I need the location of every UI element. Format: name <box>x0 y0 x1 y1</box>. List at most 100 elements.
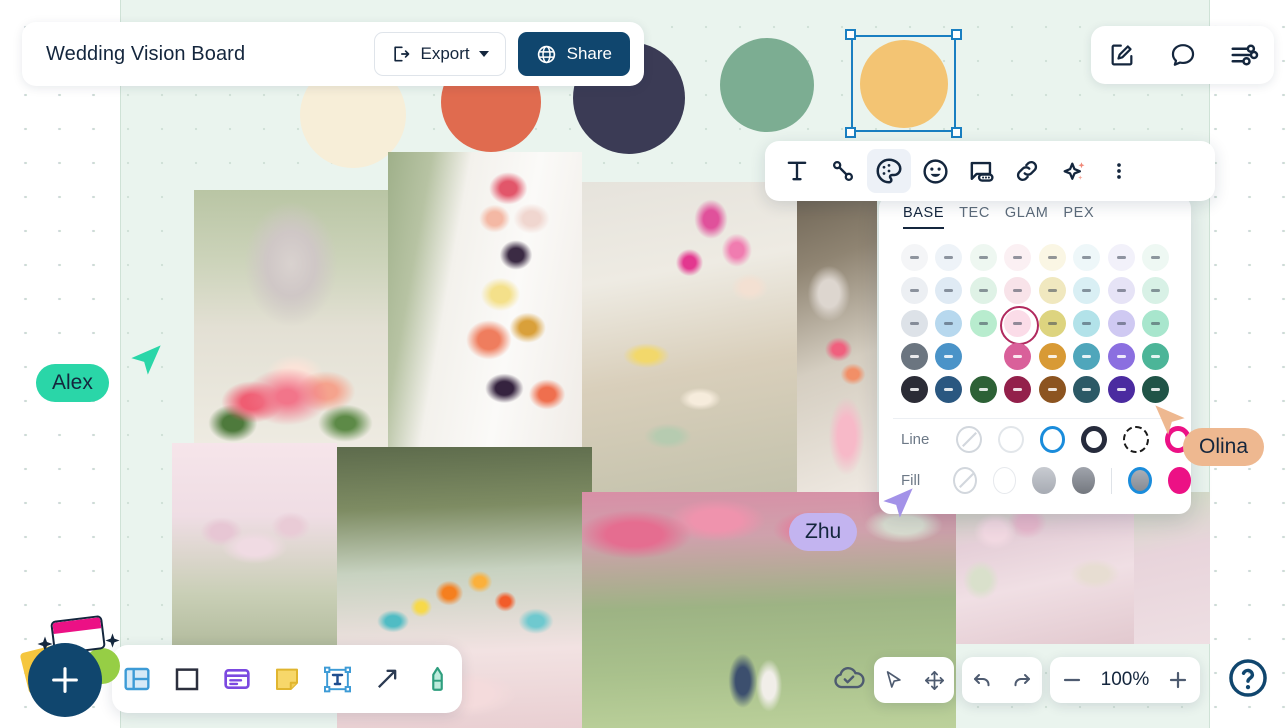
link-button[interactable] <box>1005 149 1049 193</box>
photo-bride-bouquet[interactable] <box>194 190 388 455</box>
color-swatch-19[interactable] <box>1000 306 1040 345</box>
resize-handle-top-right[interactable] <box>951 29 962 40</box>
fill-selected-option[interactable] <box>1127 467 1152 494</box>
export-button[interactable]: Export <box>374 32 506 76</box>
color-swatch-27[interactable] <box>1004 343 1032 370</box>
settings-button[interactable] <box>1224 35 1264 75</box>
tab-pex[interactable]: PEX <box>1063 205 1094 229</box>
cursor-label-olina[interactable]: Olina <box>1183 428 1265 466</box>
color-swatch-18[interactable] <box>969 310 997 337</box>
color-swatch-9[interactable] <box>935 277 963 304</box>
selection-box[interactable] <box>845 29 962 138</box>
line-white-option[interactable] <box>998 426 1024 453</box>
line-blue-option[interactable] <box>1039 426 1066 453</box>
color-swatch-29[interactable] <box>1073 343 1101 370</box>
color-swatch-13[interactable] <box>1073 277 1101 304</box>
fill-none-option[interactable] <box>953 467 977 494</box>
zoom-in-button[interactable] <box>1157 659 1199 701</box>
photo-bridesmaids[interactable] <box>797 182 877 492</box>
color-swatch-22[interactable] <box>1107 310 1135 337</box>
color-swatch-37[interactable] <box>1073 376 1101 403</box>
color-swatch-35[interactable] <box>1004 376 1032 403</box>
fill-lightgray-option[interactable] <box>1032 467 1056 494</box>
color-swatch-11[interactable] <box>1004 277 1032 304</box>
edit-pencil-button[interactable] <box>1102 35 1142 75</box>
color-swatch-23[interactable] <box>1142 310 1170 337</box>
color-swatch-33[interactable] <box>935 376 963 403</box>
cursor-label-alex[interactable]: Alex <box>36 364 109 402</box>
help-button[interactable] <box>1226 656 1270 700</box>
text-box-button[interactable] <box>316 658 358 700</box>
text-tool-button[interactable] <box>775 149 819 193</box>
color-palette-button[interactable] <box>867 149 911 193</box>
photo-wedding-cake[interactable] <box>388 152 582 455</box>
comment-button[interactable] <box>1163 35 1203 75</box>
pen-button[interactable] <box>416 658 458 700</box>
resize-handle-bottom-left[interactable] <box>845 127 856 138</box>
cursor-label-zhu[interactable]: Zhu <box>789 513 858 551</box>
sticky-note-button[interactable] <box>266 658 308 700</box>
swatch-dash <box>1082 355 1092 358</box>
color-swatch-7[interactable] <box>1142 244 1170 271</box>
pan-tool-button[interactable] <box>914 659 954 701</box>
color-swatch-17[interactable] <box>935 310 963 337</box>
zoom-out-button[interactable] <box>1051 659 1093 701</box>
pointer-tool-button[interactable] <box>874 659 914 701</box>
color-swatch-24[interactable] <box>900 343 928 370</box>
color-swatch-34[interactable] <box>969 376 997 403</box>
photo-floral-aisle[interactable] <box>956 492 1134 644</box>
color-swatch-25[interactable] <box>935 343 963 370</box>
color-swatch-36[interactable] <box>1038 376 1066 403</box>
shape-sage-circle[interactable] <box>720 38 814 132</box>
color-swatch-1[interactable] <box>935 244 963 271</box>
color-swatch-28[interactable] <box>1038 343 1066 370</box>
color-swatch-16[interactable] <box>900 310 928 337</box>
color-swatch-38[interactable] <box>1107 376 1135 403</box>
cloud-check-saved-icon[interactable] <box>832 664 866 692</box>
resize-handle-top-left[interactable] <box>845 29 856 40</box>
more-options-button[interactable] <box>1097 149 1141 193</box>
color-swatch-30[interactable] <box>1107 343 1135 370</box>
color-swatch-8[interactable] <box>900 277 928 304</box>
color-swatch-21[interactable] <box>1073 310 1101 337</box>
fill-gray-option[interactable] <box>1071 467 1095 494</box>
redo-button[interactable] <box>1002 659 1042 701</box>
arrow-button[interactable] <box>366 658 408 700</box>
photo-dessert-table[interactable] <box>582 182 797 492</box>
share-button[interactable]: Share <box>517 32 630 76</box>
resize-handle-bottom-right[interactable] <box>951 127 962 138</box>
templates-button[interactable] <box>116 658 158 700</box>
color-swatch-3[interactable] <box>1004 244 1032 271</box>
undo-button[interactable] <box>962 659 1002 701</box>
line-dashed-option[interactable] <box>1123 426 1149 453</box>
color-swatch-20[interactable] <box>1038 310 1066 337</box>
shape-button[interactable] <box>166 658 208 700</box>
connector-line-button[interactable] <box>821 149 865 193</box>
line-dark-option[interactable] <box>1081 426 1108 453</box>
color-swatch-32[interactable] <box>900 376 928 403</box>
ai-magic-button[interactable] <box>1051 149 1095 193</box>
color-swatch-0[interactable] <box>900 244 928 271</box>
add-button[interactable] <box>28 643 102 717</box>
fill-magenta-option[interactable] <box>1167 467 1191 494</box>
sticky-comment-button[interactable] <box>959 149 1003 193</box>
tab-glam[interactable]: GLAM <box>1005 205 1049 229</box>
color-swatch-5[interactable] <box>1073 244 1101 271</box>
photo-floral-aisle-right[interactable] <box>1134 492 1210 644</box>
color-swatch-15[interactable] <box>1142 277 1170 304</box>
color-swatch-12[interactable] <box>1038 277 1066 304</box>
tab-tec[interactable]: TEC <box>959 205 990 229</box>
color-swatch-14[interactable] <box>1107 277 1135 304</box>
color-swatch-26[interactable] <box>970 343 997 370</box>
color-swatch-31[interactable] <box>1142 343 1170 370</box>
emoji-button[interactable] <box>913 149 957 193</box>
color-swatch-10[interactable] <box>969 277 997 304</box>
tab-base[interactable]: BASE <box>903 205 945 229</box>
color-swatch-4[interactable] <box>1038 244 1066 271</box>
line-none-option[interactable] <box>956 426 983 453</box>
card-button[interactable] <box>216 658 258 700</box>
fill-white-option[interactable] <box>992 467 1017 494</box>
color-swatch-6[interactable] <box>1107 244 1135 271</box>
color-swatch-2[interactable] <box>969 244 997 271</box>
zoom-level-value[interactable]: 100% <box>1094 669 1156 691</box>
